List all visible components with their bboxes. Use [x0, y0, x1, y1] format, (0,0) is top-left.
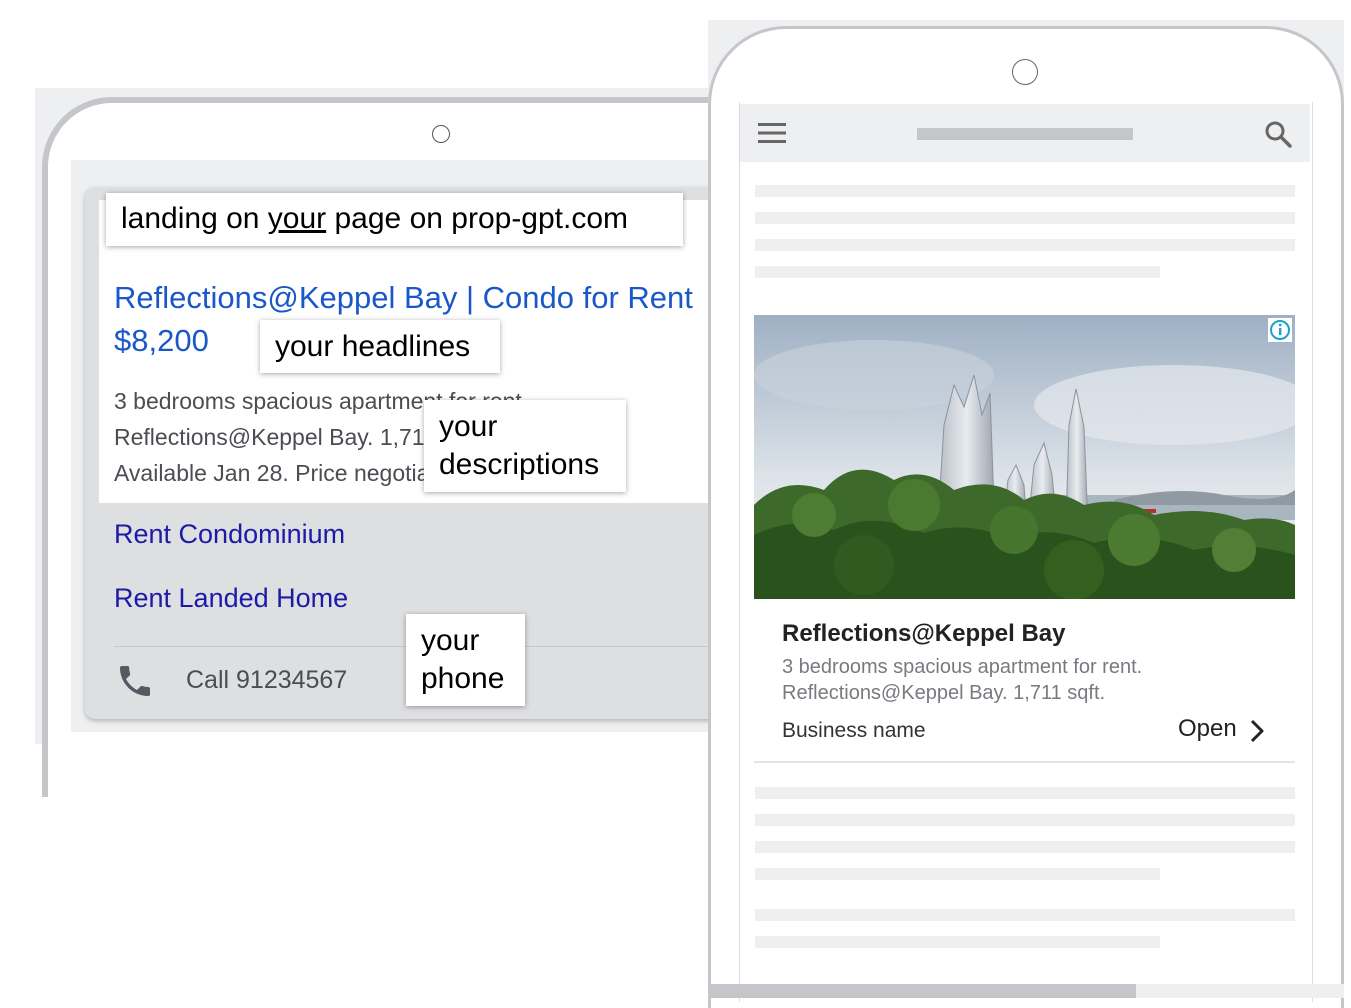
- callout-headlines-text: your headlines: [275, 330, 471, 363]
- content-placeholder-line: [755, 868, 1160, 880]
- callout-landing-underlined: your: [267, 202, 327, 235]
- open-button[interactable]: Open: [1178, 715, 1237, 743]
- callout-landing-page: landing on your page on prop-gpt.com: [106, 193, 683, 246]
- menu-icon[interactable]: [758, 122, 786, 144]
- display-ad-description-line1: 3 bedrooms spacious apartment for rent.: [782, 656, 1143, 678]
- display-ad-description-line2: Reflections@Keppel Bay. 1,711 sqft.: [782, 682, 1106, 704]
- callout-headlines: your headlines: [260, 320, 500, 373]
- right-phone-camera: [1012, 59, 1038, 85]
- info-icon[interactable]: [1268, 318, 1292, 342]
- display-ad-divider: [754, 761, 1295, 763]
- callout-descriptions: your descriptions: [424, 400, 626, 492]
- content-placeholder-line: [755, 909, 1295, 921]
- search-icon[interactable]: [1264, 120, 1292, 148]
- content-placeholder-line: [755, 185, 1295, 197]
- callout-phone-line1: your: [421, 624, 480, 657]
- content-placeholder-line: [755, 266, 1160, 278]
- callout-descriptions-line1: your: [439, 410, 498, 443]
- ad-headline-line1: Reflections@Keppel Bay | Condo for Rent: [114, 280, 693, 315]
- ad-image[interactable]: [754, 315, 1295, 599]
- business-name: Business name: [782, 719, 926, 742]
- content-placeholder-line: [755, 814, 1295, 826]
- callout-phone-line2: phone: [421, 662, 505, 695]
- sitelink-rent-condominium[interactable]: Rent Condominium: [114, 519, 345, 550]
- content-placeholder-line: [755, 936, 1160, 948]
- chevron-right-icon[interactable]: [1247, 717, 1267, 745]
- callout-descriptions-line2: descriptions: [439, 448, 600, 481]
- stage: Reflections@Keppel Bay | Condo for Rent …: [0, 0, 1351, 1008]
- display-ad-description: 3 bedrooms spacious apartment for rent. …: [782, 654, 1282, 706]
- scrollbar-thumb[interactable]: [708, 984, 1136, 998]
- display-ad-title[interactable]: Reflections@Keppel Bay: [782, 620, 1065, 648]
- content-placeholder-line: [755, 787, 1295, 799]
- call-button[interactable]: Call 91234567: [186, 666, 347, 695]
- callout-landing-suffix: page on prop-gpt.com: [326, 202, 629, 235]
- content-placeholder-line: [755, 212, 1295, 224]
- content-placeholder-line: [755, 841, 1295, 853]
- address-bar-placeholder[interactable]: [917, 128, 1133, 140]
- phone-icon[interactable]: [114, 661, 156, 701]
- content-placeholder-line: [755, 239, 1295, 251]
- sitelink-rent-landed-home[interactable]: Rent Landed Home: [114, 583, 348, 614]
- callout-landing-prefix: landing on: [121, 202, 268, 235]
- callout-phone: your phone: [406, 614, 525, 706]
- left-phone-camera: [432, 125, 450, 143]
